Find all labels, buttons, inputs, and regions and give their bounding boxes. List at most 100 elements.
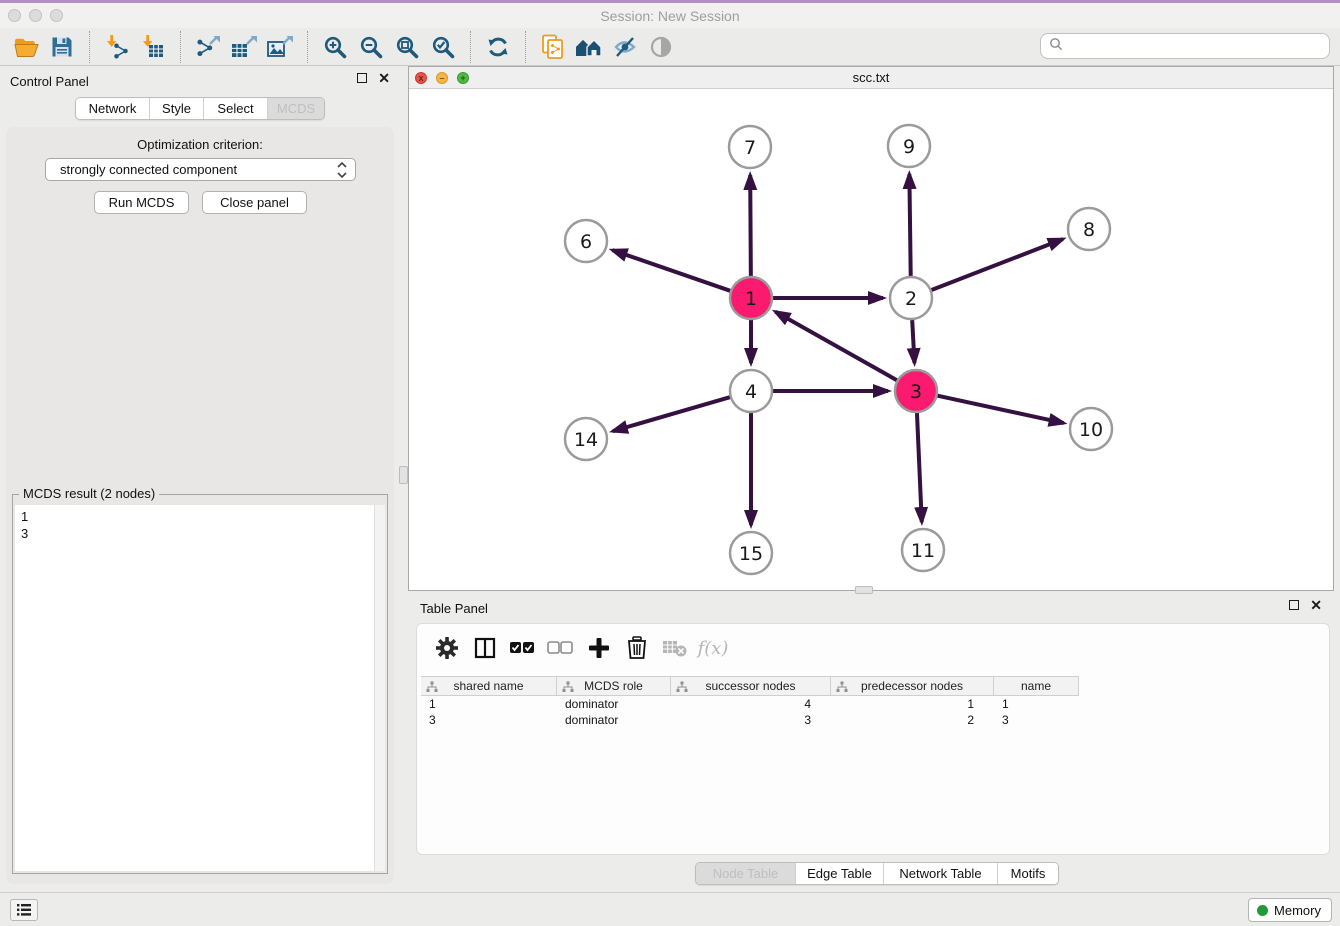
column-label: predecessor nodes xyxy=(861,679,963,693)
table-cell[interactable]: dominator xyxy=(557,696,671,712)
edge-4-14[interactable] xyxy=(613,397,730,431)
table-tab-node-table[interactable]: Node Table xyxy=(696,863,796,884)
export-network-icon[interactable] xyxy=(190,30,226,64)
zoom-in-icon[interactable] xyxy=(317,30,353,64)
table-cell[interactable]: 3 xyxy=(671,712,831,728)
table-cell[interactable]: 4 xyxy=(671,696,831,712)
tab-style[interactable]: Style xyxy=(150,98,204,119)
run-mcds-button[interactable]: Run MCDS xyxy=(94,191,189,214)
refresh-view-icon[interactable] xyxy=(480,30,516,64)
table-cell[interactable]: 1 xyxy=(994,696,1079,712)
table-row[interactable]: 1dominator411 xyxy=(421,696,1079,712)
column-header-shared-name[interactable]: shared name xyxy=(421,677,557,695)
edge-2-9[interactable] xyxy=(909,174,910,276)
table-settings-gear-icon[interactable] xyxy=(431,632,463,664)
close-table-panel-icon[interactable]: ✕ xyxy=(1310,600,1322,610)
column-header-predecessor-nodes[interactable]: predecessor nodes xyxy=(831,677,994,695)
table-tab-network-table[interactable]: Network Table xyxy=(884,863,998,884)
table-cell[interactable]: dominator xyxy=(557,712,671,728)
node-11[interactable]: 11 xyxy=(902,529,944,571)
edge-3-1[interactable] xyxy=(775,312,896,380)
result-scrollbar[interactable] xyxy=(374,505,385,871)
save-session-icon[interactable] xyxy=(44,30,80,64)
tab-mcds[interactable]: MCDS xyxy=(268,98,324,119)
task-history-button[interactable] xyxy=(10,899,38,921)
toolbar-separator xyxy=(180,31,181,63)
column-header-name[interactable]: name xyxy=(994,677,1079,695)
node-9[interactable]: 9 xyxy=(888,125,930,167)
hide-graphics-details-icon[interactable] xyxy=(607,30,643,64)
memory-status-dot xyxy=(1257,905,1268,916)
table-tab-motifs[interactable]: Motifs xyxy=(998,863,1058,884)
delete-table-icon xyxy=(659,632,691,664)
float-table-panel-icon[interactable] xyxy=(1289,600,1299,610)
add-column-icon[interactable] xyxy=(583,632,615,664)
mcds-result-textarea[interactable]: 13 xyxy=(15,505,385,871)
table-tab-edge-table[interactable]: Edge Table xyxy=(796,863,884,884)
tab-select[interactable]: Select xyxy=(204,98,268,119)
zoom-out-icon[interactable] xyxy=(353,30,389,64)
node-6[interactable]: 6 xyxy=(565,220,607,262)
networks-home-icon[interactable] xyxy=(571,30,607,64)
node-4[interactable]: 4 xyxy=(730,370,772,412)
table-cell[interactable]: 1 xyxy=(421,696,557,712)
close-panel-icon[interactable]: ✕ xyxy=(378,73,390,83)
edge-1-7[interactable] xyxy=(750,175,751,276)
node-15[interactable]: 15 xyxy=(730,532,772,574)
horizontal-splitter-handle[interactable] xyxy=(855,586,873,594)
tab-network[interactable]: Network xyxy=(76,98,150,119)
zoom-fit-icon[interactable] xyxy=(389,30,425,64)
memory-button[interactable]: Memory xyxy=(1248,898,1332,922)
float-panel-icon[interactable] xyxy=(357,73,367,83)
toolbar-separator xyxy=(89,31,90,63)
copy-network-icon[interactable] xyxy=(535,30,571,64)
import-network-icon[interactable] xyxy=(99,30,135,64)
edge-3-11[interactable] xyxy=(917,413,922,522)
network-window-titlebar[interactable]: scc.txt x – + xyxy=(409,67,1333,89)
window-title: Session: New Session xyxy=(0,8,1340,24)
node-14[interactable]: 14 xyxy=(565,418,607,460)
edge-1-6[interactable] xyxy=(612,250,730,291)
column-header-MCDS-role[interactable]: MCDS role xyxy=(557,677,671,695)
export-table-icon[interactable] xyxy=(226,30,262,64)
edge-2-3[interactable] xyxy=(912,320,914,363)
vertical-splitter-handle[interactable] xyxy=(399,466,408,484)
main-toolbar xyxy=(0,28,1340,66)
table-cell[interactable]: 1 xyxy=(831,696,994,712)
node-8[interactable]: 8 xyxy=(1068,208,1110,250)
node-3[interactable]: 3 xyxy=(895,370,937,412)
toolbar-separator xyxy=(470,31,471,63)
zoom-selected-icon[interactable] xyxy=(425,30,461,64)
node-1[interactable]: 1 xyxy=(730,277,772,319)
select-all-checkboxes-icon[interactable] xyxy=(507,632,539,664)
node-7[interactable]: 7 xyxy=(729,126,771,168)
column-header-successor-nodes[interactable]: successor nodes xyxy=(671,677,831,695)
svg-text:7: 7 xyxy=(744,137,756,159)
split-panel-icon[interactable] xyxy=(469,632,501,664)
unselect-all-checkboxes-icon[interactable] xyxy=(545,632,577,664)
table-cell[interactable]: 2 xyxy=(831,712,994,728)
column-tree-icon xyxy=(426,681,438,696)
table-panel: Table Panel ✕ f(x) shared nameMCDS roles… xyxy=(408,595,1334,890)
edge-3-10[interactable] xyxy=(937,396,1063,423)
search-box[interactable] xyxy=(1040,33,1330,59)
node-2[interactable]: 2 xyxy=(890,277,932,319)
table-row[interactable]: 3dominator323 xyxy=(421,712,1079,728)
open-file-icon[interactable] xyxy=(8,30,44,64)
dropdown-value: strongly connected component xyxy=(60,162,237,177)
mcds-result-fieldset: MCDS result (2 nodes) 13 xyxy=(12,494,388,874)
import-table-icon[interactable] xyxy=(135,30,171,64)
svg-text:11: 11 xyxy=(911,540,935,562)
network-canvas[interactable]: 7 9 6 8 1 2 4 3 14 10 15 11 xyxy=(409,89,1333,590)
node-10[interactable]: 10 xyxy=(1070,408,1112,450)
delete-column-icon[interactable] xyxy=(621,632,653,664)
edge-2-8[interactable] xyxy=(932,239,1063,290)
export-image-icon[interactable] xyxy=(262,30,298,64)
search-input[interactable] xyxy=(1069,39,1321,54)
network-window-title: scc.txt xyxy=(409,70,1333,85)
table-cell[interactable]: 3 xyxy=(994,712,1079,728)
toolbar-separator xyxy=(525,31,526,63)
close-panel-button[interactable]: Close panel xyxy=(202,191,307,214)
table-cell[interactable]: 3 xyxy=(421,712,557,728)
optimization-criterion-dropdown[interactable]: strongly connected component xyxy=(45,158,356,181)
